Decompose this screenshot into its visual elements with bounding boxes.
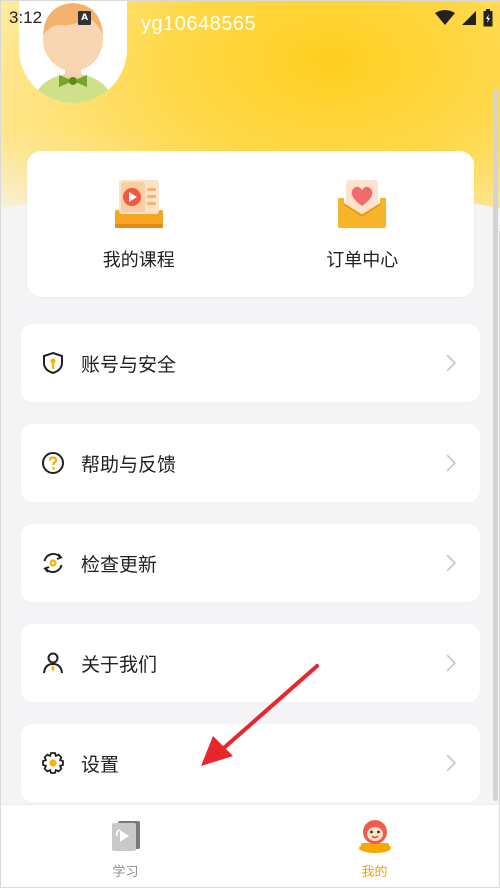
mascot-icon [358,820,391,853]
battery-icon [483,9,493,27]
menu-label: 帮助与反馈 [81,453,177,476]
tab-mine-label: 我的 [361,865,388,880]
refresh-gear-icon [41,551,65,575]
bottom-nav: 学习 我的 [1,804,499,887]
chevron-right-icon [446,354,457,372]
learning-icon [111,821,140,851]
my-courses-button[interactable]: 我的课程 [49,176,229,272]
signal-icon [462,11,476,25]
heart-envelope-icon [337,180,387,228]
person-icon [41,651,65,675]
video-course-icon [114,180,163,228]
gear-icon [41,751,65,775]
chevron-right-icon [446,654,457,672]
username: yg10648565 [141,13,257,35]
menu-item-help-feedback[interactable]: 帮助与反馈 [21,424,480,502]
menu-item-about-us[interactable]: 关于我们 [21,624,480,702]
order-center-button[interactable]: 订单中心 [272,176,452,272]
menu-label: 关于我们 [81,653,158,676]
scrollbar[interactable] [493,89,498,801]
menu-label: 设置 [81,753,120,776]
my-courses-label: 我的课程 [102,250,175,271]
quick-actions-card: 我的课程 订单中心 [27,151,474,297]
question-circle-icon [41,451,65,475]
order-center-label: 订单中心 [326,250,399,271]
menu-label: 检查更新 [81,553,158,576]
status-time: 3:12 [9,8,43,27]
menu-item-settings[interactable]: 设置 [21,724,480,802]
menu-item-check-update[interactable]: 检查更新 [21,524,480,602]
notification-a-icon: A [78,11,92,25]
chevron-right-icon [446,554,457,572]
tab-mine[interactable]: 我的 [250,805,499,887]
tab-learning-label: 学习 [112,865,139,880]
menu-label: 账号与安全 [81,353,177,376]
tab-learning[interactable]: 学习 [1,805,250,887]
chevron-right-icon [446,754,457,772]
menu-item-account-security[interactable]: 账号与安全 [21,324,480,402]
wifi-icon [435,10,455,25]
chevron-right-icon [446,454,457,472]
shield-key-icon [41,351,65,375]
